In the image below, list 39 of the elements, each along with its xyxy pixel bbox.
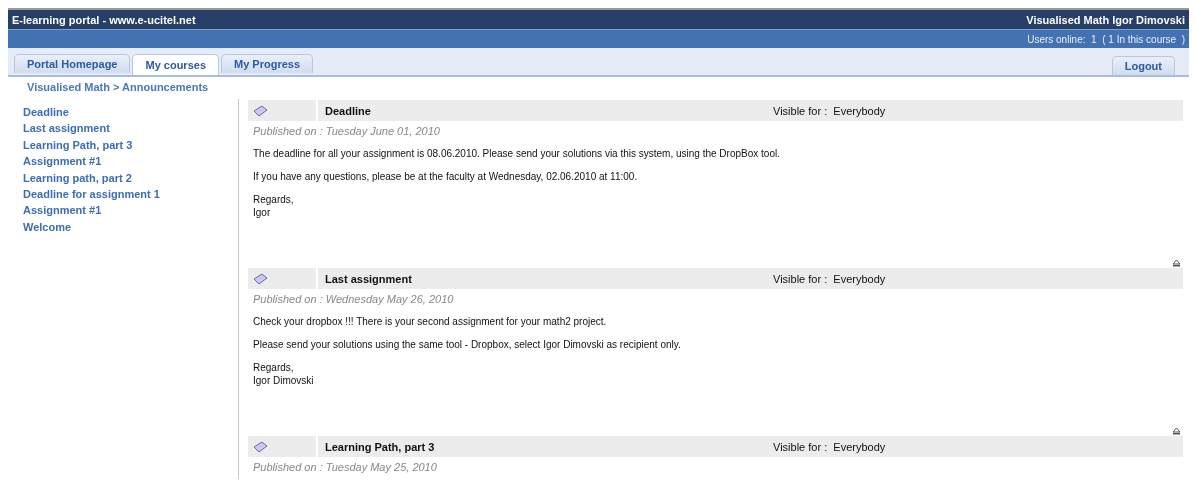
announcement-paragraph: Check your dropbox !!! There is your second assignment for your math2 project. — [253, 315, 608, 328]
announcement-title: Last assignment — [325, 272, 412, 285]
sidebar-link[interactable]: Last assignment — [23, 120, 110, 137]
eject-icon[interactable] — [1172, 427, 1181, 435]
nav-tab[interactable]: My courses — [132, 54, 219, 75]
announcement-paragraph: Regards, Igor — [253, 193, 295, 219]
visible-value: Everybody — [832, 440, 886, 453]
published-date: Published on : Tuesday May 25, 2010 — [253, 461, 437, 473]
users-online-text: Users online: 1 ( 1 In this course ) — [1027, 33, 1185, 45]
sidebar-link[interactable]: Learning Path, part 3 — [23, 136, 133, 154]
sidebar-link[interactable]: Deadline — [23, 104, 69, 121]
visible-label: Visible for : — [773, 104, 828, 117]
logout-button[interactable]: Logout — [1111, 56, 1175, 75]
nav-tab[interactable]: Portal Homepage — [14, 54, 131, 73]
sidebar-link[interactable]: Welcome — [23, 218, 72, 236]
visible-value: Everybody — [832, 104, 886, 117]
visible-value: Everybody — [832, 272, 886, 285]
user-title: Visualised Math Igor Dimovski — [1026, 13, 1185, 26]
published-date: Published on : Wednesday May 26, 2010 — [253, 293, 454, 305]
note-icon — [253, 104, 268, 117]
visible-label: Visible for : — [773, 272, 828, 285]
sidebar-link[interactable]: Assignment #1 — [23, 153, 102, 170]
published-date: Published on : Tuesday June 01, 2010 — [253, 125, 440, 137]
sidebar-link[interactable]: Assignment #1 — [23, 202, 102, 219]
sidebar-link[interactable]: Deadline for assignment 1 — [23, 186, 160, 203]
nav-tab[interactable]: My Progress — [221, 54, 314, 73]
announcement-title: Deadline — [325, 104, 371, 117]
announcement-paragraph: Please send your solutions using the same tool - Dropbox, select Igor Dimovski as recipient only. — [253, 338, 682, 351]
announcement-paragraph: The deadline for all your assignment is 08.06.2010. Please send your solutions via this system, using the DropBox tool. — [253, 147, 781, 160]
note-icon — [253, 272, 268, 285]
announcement-title: Learning Path, part 3 — [325, 440, 435, 453]
breadcrumb[interactable]: Visualised Math > Announcements — [27, 81, 209, 93]
eject-icon[interactable] — [1172, 259, 1181, 267]
announcement-paragraph: If you have any questions, please be at the faculty at Wednesday, 02.06.2010 at 11:00. — [253, 170, 639, 183]
announcement-paragraph: Regards, Igor Dimovski — [253, 361, 315, 387]
site-title: E-learning portal - www.e-ucitel.net — [12, 13, 196, 26]
sidebar-link[interactable]: Learning path, part 2 — [23, 169, 132, 187]
note-icon — [253, 440, 268, 453]
visible-label: Visible for : — [773, 440, 828, 453]
